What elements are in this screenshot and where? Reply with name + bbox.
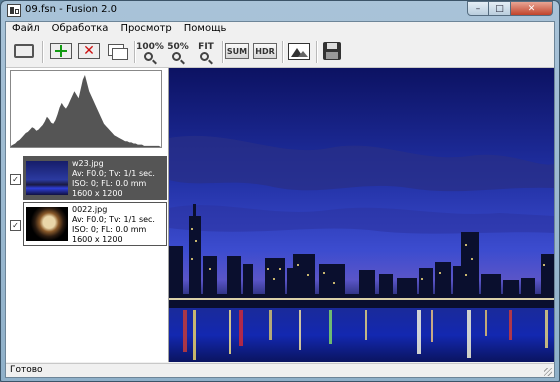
maximize-button[interactable]: □ xyxy=(489,1,511,16)
image-viewer[interactable] xyxy=(169,68,554,362)
menu-bar: Файл Обработка Просмотр Помощь xyxy=(6,22,554,36)
sum-button[interactable]: SUM xyxy=(224,40,250,62)
magnifier-icon xyxy=(171,51,181,61)
hdr-label: HDR xyxy=(253,43,277,59)
menu-file[interactable]: Файл xyxy=(6,22,46,36)
stack-icon xyxy=(106,42,128,60)
toolbar: ✕ 100% 50% FIT SUM HDR xyxy=(6,37,554,68)
magnifier-icon xyxy=(199,51,209,61)
add-image-button[interactable] xyxy=(48,40,74,62)
window-title: 09.fsn - Fusion 2.0 xyxy=(25,4,118,15)
menu-help[interactable]: Помощь xyxy=(178,22,233,36)
file-name: w23.jpg xyxy=(72,159,104,168)
histogram xyxy=(10,70,162,148)
close-button[interactable]: ✕ xyxy=(511,1,553,16)
file-thumbnail xyxy=(26,161,68,195)
client-area: Файл Обработка Просмотр Помощь ✕ 100% 50… xyxy=(5,21,555,378)
title-bar[interactable]: 09.fsn - Fusion 2.0 – □ ✕ xyxy=(1,1,559,21)
save-icon xyxy=(323,42,341,60)
sum-label: SUM xyxy=(225,43,249,59)
file-iso: ISO: 0; FL: 0.0 mm xyxy=(72,225,147,234)
landscape-icon xyxy=(288,42,310,60)
save-button[interactable] xyxy=(320,40,344,62)
file-size: 1600 x 1200 xyxy=(72,235,123,244)
zoom-50-label: 50% xyxy=(167,41,189,52)
minimize-button[interactable]: – xyxy=(467,1,489,16)
align-images-button[interactable] xyxy=(104,40,130,62)
preview-image xyxy=(169,68,554,362)
file-item[interactable]: w23.jpg Av: F0.0; Tv: 1/1 sec. ISO: 0; F… xyxy=(23,156,167,200)
status-bar: Готово xyxy=(6,363,554,378)
add-icon xyxy=(50,43,72,59)
file-name: 0022.jpg xyxy=(72,205,108,214)
zoom-100-label: 100% xyxy=(136,41,164,52)
file-item[interactable]: 0022.jpg Av: F0.0; Tv: 1/1 sec. ISO: 0; … xyxy=(23,202,167,246)
histogram-area xyxy=(11,75,161,147)
zoom-100-button[interactable]: 100% xyxy=(136,40,164,62)
resize-grip[interactable] xyxy=(544,368,552,376)
remove-icon: ✕ xyxy=(78,43,100,59)
file-exposure: Av: F0.0; Tv: 1/1 sec. xyxy=(72,215,155,224)
app-window: 09.fsn - Fusion 2.0 – □ ✕ Файл Обработка… xyxy=(0,0,560,382)
caption-buttons: – □ ✕ xyxy=(467,1,553,16)
zoom-fit-button[interactable]: FIT xyxy=(194,40,218,62)
zoom-50-button[interactable]: 50% xyxy=(166,40,190,62)
histogram-plot xyxy=(11,75,161,147)
image-settings-button[interactable] xyxy=(286,40,312,62)
remove-image-button[interactable]: ✕ xyxy=(76,40,102,62)
file-checkbox[interactable]: ✓ xyxy=(10,174,21,185)
file-info: 0022.jpg Av: F0.0; Tv: 1/1 sec. ISO: 0; … xyxy=(72,205,155,245)
file-thumbnail xyxy=(26,207,68,241)
frame-button[interactable] xyxy=(12,40,36,62)
file-info: w23.jpg Av: F0.0; Tv: 1/1 sec. ISO: 0; F… xyxy=(72,159,155,199)
menu-view[interactable]: Просмотр xyxy=(114,22,177,36)
file-iso: ISO: 0; FL: 0.0 mm xyxy=(72,179,147,188)
frame-icon xyxy=(14,44,34,58)
magnifier-icon xyxy=(143,51,153,61)
file-panel: ✓ w23.jpg Av: F0.0; Tv: 1/1 sec. ISO: 0;… xyxy=(6,68,169,362)
status-text: Готово xyxy=(10,365,43,375)
hdr-button[interactable]: HDR xyxy=(252,40,278,62)
zoom-fit-label: FIT xyxy=(198,41,214,52)
menu-processing[interactable]: Обработка xyxy=(46,22,115,36)
file-exposure: Av: F0.0; Tv: 1/1 sec. xyxy=(72,169,155,178)
app-icon[interactable] xyxy=(7,4,21,17)
file-checkbox[interactable]: ✓ xyxy=(10,220,21,231)
file-size: 1600 x 1200 xyxy=(72,189,123,198)
